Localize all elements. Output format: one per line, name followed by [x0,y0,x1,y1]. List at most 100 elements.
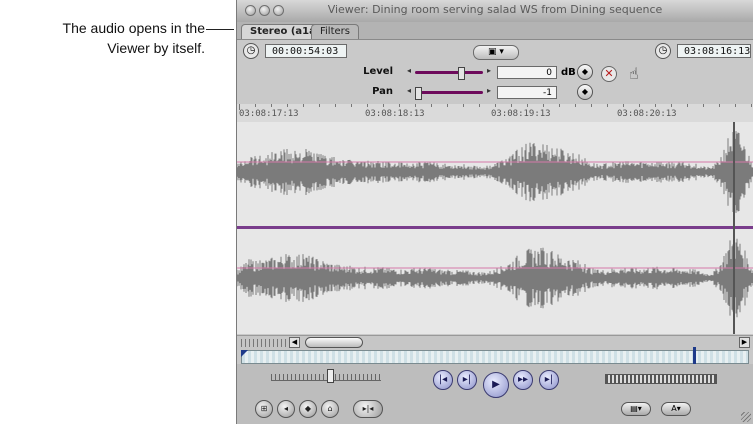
horizontal-scrollbar[interactable]: ◀ ▶ [237,335,753,350]
pan-label: Pan [372,86,393,97]
ruler-tick [367,104,368,107]
playhead[interactable] [693,347,696,365]
audio-waveform-display[interactable] [237,122,753,334]
in-point-marker[interactable] [241,350,248,357]
level-value-field[interactable]: 0 [497,66,557,79]
ruler-tick [431,104,432,107]
mark-in-button[interactable]: ◂ [277,400,295,418]
pan-left-arrow-icon[interactable]: ◂ [407,86,411,95]
hand-cursor-icon: ☝ [629,64,639,83]
tab-filters[interactable]: Filters [311,24,359,39]
scrubber-bar[interactable] [241,350,749,364]
tab-row: Stereo (a1a2) Filters [237,22,753,40]
ruler-tick [559,104,560,107]
recent-clips-popup-button[interactable]: ▤▾ [621,402,651,416]
ruler-tick [399,104,400,107]
x-reset-icon[interactable]: ✕ [601,66,617,82]
ruler-tick [415,104,416,107]
ruler-tick [303,104,304,107]
ruler-tick [687,104,688,107]
jog-knob[interactable] [327,369,334,383]
ruler-tick [719,104,720,107]
jog-control[interactable] [271,374,381,381]
scroll-right-arrow-icon[interactable]: ▶ [739,337,750,348]
ruler-label: 03:08:18:13 [365,109,425,119]
level-right-arrow-icon[interactable]: ▸ [487,66,491,75]
mark-in-out-button[interactable]: ▸|◂ [353,400,383,418]
ruler-tick [703,104,704,107]
timeline-ruler[interactable]: 03:08:17:13 03:08:18:13 03:08:19:13 03:0… [237,104,753,123]
previous-edit-button[interactable]: |◂ [433,370,453,390]
ruler-tick [543,104,544,107]
timecode-row: ◷ 00:00:54:03 ▣ ▾ ◷ 03:08:16:13 [237,40,753,62]
current-timecode-field[interactable]: 03:08:16:13 [677,44,751,58]
add-marker-button[interactable]: ⌂ [321,400,339,418]
level-left-arrow-icon[interactable]: ◂ [407,66,411,75]
ruler-tick [351,104,352,107]
match-frame-button[interactable]: ⊞ [255,400,273,418]
ruler-tick [575,104,576,107]
ruler-tick [287,104,288,107]
ruler-tick [511,104,512,107]
ruler-label: 03:08:17:13 [239,109,299,119]
level-unit: dB [561,67,576,78]
ruler-tick [527,104,528,107]
ruler-tick [335,104,336,107]
ruler-tick [735,104,736,107]
pan-row: Pan ◂ ▸ -1 ◆ [237,84,753,102]
add-keyframe-button[interactable]: ◆ [299,400,317,418]
pan-right-arrow-icon[interactable]: ▸ [487,86,491,95]
play-in-to-out-button[interactable]: ▸| [457,370,477,390]
ruler-tick [319,104,320,107]
title-bar[interactable]: Viewer: Dining room serving salad WS fro… [237,0,753,23]
waveform-path [237,238,753,318]
scroll-left-arrow-icon[interactable]: ◀ [289,337,300,348]
ruler-tick [239,104,240,110]
callout-line-2: Viewer by itself. [107,40,205,56]
ruler-tick [463,104,464,107]
zoom-slider[interactable] [241,339,287,347]
ruler-tick [495,104,496,107]
ruler-label: 03:08:19:13 [491,109,551,119]
level-slider[interactable] [415,67,483,80]
film-icon: ▣ ▾ [488,47,504,57]
duration-timecode-field[interactable]: 00:00:54:03 [265,44,347,58]
level-keyframe-button[interactable]: ◆ [577,64,593,80]
view-popup-button[interactable]: ▣ ▾ [473,45,519,60]
waveform-channel-1 [237,130,753,214]
window-title: Viewer: Dining room serving salad WS fro… [327,3,663,16]
pan-keyframe-button[interactable]: ◆ [577,84,593,100]
callout-text: The audio opens in the Viewer by itself. [0,18,205,58]
waveform-path [237,130,753,214]
pan-slider[interactable] [415,87,483,100]
next-edit-button[interactable]: ▸| [539,370,559,390]
level-row: Level ◂ ▸ 0 dB ◆ [237,64,753,82]
ruler-tick [671,104,672,107]
ruler-tick [255,104,256,107]
ruler-tick [751,104,752,107]
resize-grip[interactable] [741,412,751,422]
duration-clock-icon: ◷ [243,43,259,59]
ruler-tick [479,104,480,107]
viewer-window: Viewer: Dining room serving salad WS fro… [236,0,753,424]
scroll-thumb[interactable] [305,337,363,348]
pan-slider-knob[interactable] [415,87,422,100]
generator-popup-button[interactable]: A▾ [661,402,691,416]
shuttle-control[interactable] [605,374,717,384]
pan-value-field[interactable]: -1 [497,86,557,99]
ruler-tick [655,104,656,107]
waveform-channel-2 [237,238,753,318]
ruler-tick [447,104,448,107]
ruler-tick [383,104,384,107]
play-button[interactable]: ▶ [483,372,509,398]
level-label: Level [363,66,393,77]
ruler-tick [607,104,608,107]
level-slider-knob[interactable] [458,67,466,80]
play-around-button[interactable]: ▸▸ [513,370,533,390]
playhead-line [733,122,735,334]
ruler-label: 03:08:20:13 [617,109,677,119]
ruler-tick [623,104,624,107]
ruler-tick [639,104,640,107]
callout-leader-line [206,29,234,30]
transport-controls: |◂ ▸| ▶ ▸▸ ▸| ⊞ ◂ ◆ ⌂ ▸|◂ ▤▾ A▾ [237,364,753,424]
